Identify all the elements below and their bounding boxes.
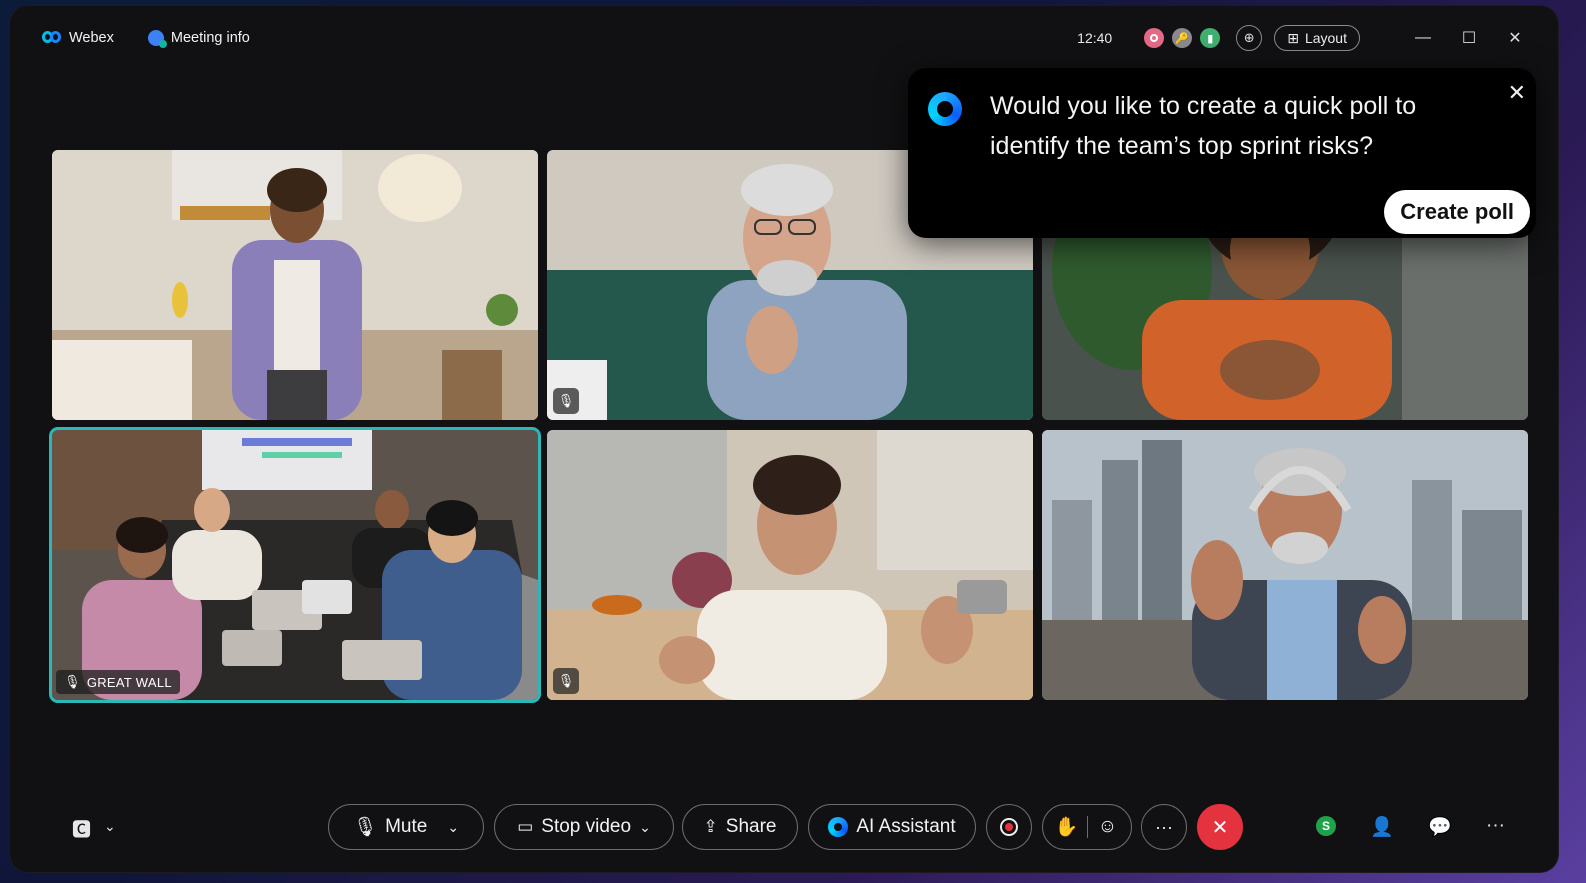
meeting-clock: 12:40 — [1077, 30, 1113, 46]
record-icon — [1000, 818, 1018, 836]
end-call-button[interactable]: ✕ — [1197, 804, 1243, 850]
mute-label: Mute — [385, 816, 428, 837]
video-camera-icon: ▭ — [517, 817, 534, 836]
more-options-button[interactable]: ··· — [1141, 804, 1187, 850]
reactions-group: ✋ ☺ — [1042, 804, 1132, 850]
title-bar: Webex Meeting info 12:40 🔑 ▮ ⊕ ⊞ Layout … — [10, 6, 1558, 70]
control-bar: 🅲 ⌄ 🎙 Mute ⌄ ▭ Stop video ⌄ ⇪ Share AI A… — [10, 782, 1558, 872]
stop-video-label: Stop video — [541, 816, 632, 837]
microphone-icon: 🎙 — [352, 817, 378, 838]
video-tile-1[interactable] — [52, 150, 538, 420]
grid-layout-icon: ⊞ — [1287, 29, 1299, 46]
mute-button[interactable]: 🎙 Mute ⌄ — [328, 804, 484, 850]
ai-assistant-label: AI Assistant — [856, 816, 956, 837]
chevron-down-icon[interactable]: ⌄ — [639, 819, 651, 836]
ai-assistant-icon — [928, 92, 962, 126]
close-window-icon[interactable]: ✕ — [1492, 28, 1538, 48]
reactions-icon[interactable]: ☺ — [1088, 816, 1128, 838]
maximize-icon[interactable]: ☐ — [1446, 28, 1492, 48]
stop-video-button[interactable]: ▭ Stop video ⌄ — [494, 804, 674, 850]
ai-assistant-button[interactable]: AI Assistant — [808, 804, 976, 850]
chat-icon[interactable]: 💬 — [1428, 815, 1452, 839]
raise-hand-icon[interactable]: ✋ — [1047, 815, 1087, 839]
ai-assistant-icon — [828, 817, 849, 837]
participants-icon[interactable]: 👤 — [1370, 815, 1394, 839]
more-icon: ··· — [1155, 816, 1173, 837]
active-speaker-outline — [49, 427, 541, 703]
chevron-down-icon[interactable]: ⌄ — [104, 818, 116, 835]
share-button[interactable]: ⇪ Share — [682, 804, 798, 850]
recording-indicator-icon[interactable] — [1144, 28, 1165, 48]
meeting-info-icon — [147, 30, 167, 48]
create-poll-button[interactable]: Create poll — [1384, 190, 1530, 234]
captions-icon[interactable]: 🅲 — [72, 815, 91, 842]
layout-label: Layout — [1304, 30, 1347, 46]
participant-video — [1042, 430, 1528, 700]
network-stats-icon[interactable]: ▮ — [1200, 28, 1221, 48]
lock-icon[interactable]: 🔑 — [1172, 28, 1193, 48]
share-screen-icon: ⇪ — [703, 817, 718, 836]
zoom-icon[interactable]: ⊕ — [1236, 25, 1263, 51]
muted-mic-icon: 🎙 — [553, 388, 579, 414]
webex-logo-icon — [42, 31, 62, 45]
close-icon: ✕ — [1211, 816, 1229, 839]
participant-video — [547, 430, 1033, 700]
app-name: Webex — [69, 30, 114, 46]
muted-mic-icon: 🎙 — [553, 668, 579, 694]
video-tile-5[interactable]: 🎙 — [547, 430, 1033, 700]
webex-window: Webex Meeting info 12:40 🔑 ▮ ⊕ ⊞ Layout … — [10, 6, 1558, 872]
share-label: Share — [725, 816, 777, 837]
more-icon[interactable]: ··· — [1486, 815, 1505, 837]
poll-question: Would you like to create a quick poll to… — [990, 92, 1417, 160]
participant-video — [52, 150, 538, 420]
layout-button[interactable]: ⊞ Layout — [1274, 25, 1360, 51]
minimize-icon[interactable]: — — [1400, 29, 1446, 47]
meeting-info-button[interactable]: Meeting info — [147, 30, 250, 48]
meeting-info-label: Meeting info — [170, 30, 250, 46]
close-icon[interactable]: ✕ — [1508, 80, 1526, 106]
video-tile-6[interactable] — [1042, 430, 1528, 700]
record-button[interactable] — [986, 804, 1032, 850]
avatar[interactable]: S — [1316, 816, 1336, 836]
webex-app-label[interactable]: Webex — [42, 30, 114, 46]
ai-poll-suggestion: Would you like to create a quick poll to… — [908, 68, 1536, 238]
chevron-down-icon[interactable]: ⌄ — [447, 819, 459, 836]
